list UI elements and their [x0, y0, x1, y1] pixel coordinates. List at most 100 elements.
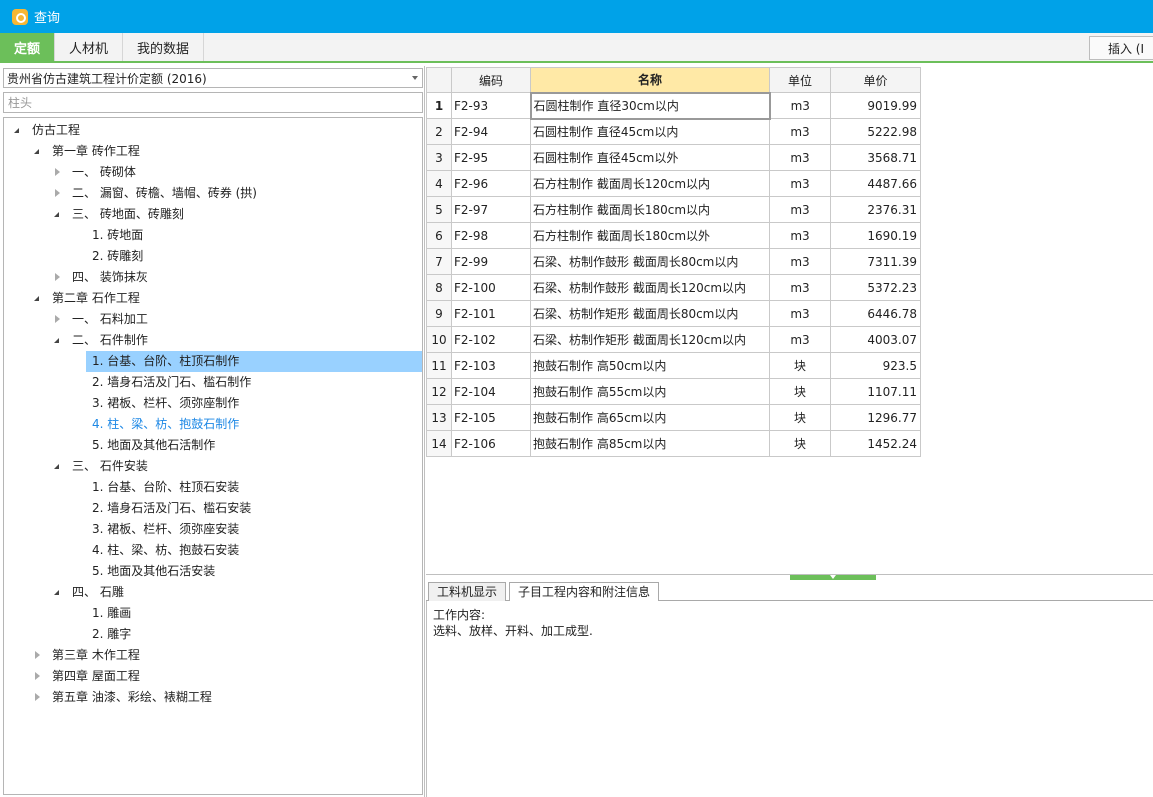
- tree-node[interactable]: 3. 裙板、栏杆、须弥座安装: [86, 519, 239, 540]
- tree-node[interactable]: 5. 地面及其他石活制作: [86, 435, 215, 456]
- price-cell[interactable]: 1107.11: [830, 378, 921, 405]
- name-cell[interactable]: 石方柱制作 截面周长120cm以内: [530, 170, 770, 197]
- tree-node[interactable]: 3. 裙板、栏杆、须弥座制作: [86, 393, 239, 414]
- collapse-arrow-icon[interactable]: [52, 309, 64, 330]
- code-cell[interactable]: F2-101: [451, 300, 531, 327]
- unit-cell[interactable]: m3: [769, 300, 831, 327]
- tree-node[interactable]: 1. 台基、台阶、柱顶石制作: [86, 351, 422, 372]
- table-row[interactable]: 1 F2-93 石圆柱制作 直径30cm以内 m3 9019.99: [426, 91, 921, 120]
- chevron-down-icon[interactable]: [412, 76, 418, 80]
- tree-node[interactable]: 2. 墙身石活及门石、槛石安装: [86, 498, 251, 519]
- code-cell[interactable]: F2-99: [451, 248, 531, 275]
- row-number-cell[interactable]: 7: [426, 248, 452, 275]
- price-cell[interactable]: 1452.24: [830, 430, 921, 457]
- table-row[interactable]: 14 F2-106 抱鼓石制作 高85cm以内块 1452.24: [426, 430, 921, 457]
- column-header-name[interactable]: 名称: [530, 67, 770, 93]
- table-row[interactable]: 12 F2-104 抱鼓石制作 高55cm以内块 1107.11: [426, 378, 921, 405]
- row-number-cell[interactable]: 11: [426, 352, 452, 379]
- table-row[interactable]: 8 F2-100 石梁、枋制作鼓形 截面周长120cm以内 m3 5372.23: [426, 274, 921, 301]
- tab-work-content-notes[interactable]: 子目工程内容和附注信息: [509, 582, 660, 602]
- expand-arrow-icon[interactable]: [52, 204, 64, 225]
- tab-quota[interactable]: 定额: [0, 33, 56, 61]
- insert-button[interactable]: 插入 (I: [1088, 36, 1153, 60]
- tree-node[interactable]: 2. 雕字: [86, 624, 131, 645]
- unit-cell[interactable]: m3: [769, 248, 831, 275]
- tree-node[interactable]: 二、 石件制作: [52, 330, 148, 351]
- tree-node[interactable]: 三、 砖地面、砖雕刻: [52, 204, 184, 225]
- unit-cell[interactable]: m3: [769, 196, 831, 223]
- row-number-cell[interactable]: 1: [426, 92, 452, 119]
- tree-node[interactable]: 第五章 油漆、彩绘、裱糊工程: [32, 687, 212, 708]
- name-cell[interactable]: 抱鼓石制作 高50cm以内: [530, 352, 770, 379]
- tree-node[interactable]: 1. 台基、台阶、柱顶石安装: [86, 477, 239, 498]
- table-row[interactable]: 4 F2-96 石方柱制作 截面周长120cm以内 m3 4487.66: [426, 170, 921, 197]
- table-row[interactable]: 2 F2-94 石圆柱制作 直径45cm以内 m3 5222.98: [426, 118, 921, 145]
- expand-arrow-icon[interactable]: [32, 288, 44, 309]
- tree-node[interactable]: 第三章 木作工程: [32, 645, 140, 666]
- table-row[interactable]: 5 F2-97 石方柱制作 截面周长180cm以内 m3 2376.31: [426, 196, 921, 223]
- table-row[interactable]: 13 F2-105 抱鼓石制作 高65cm以内块 1296.77: [426, 404, 921, 431]
- price-cell[interactable]: 6446.78: [830, 300, 921, 327]
- collapse-arrow-icon[interactable]: [52, 183, 64, 204]
- code-cell[interactable]: F2-95: [451, 144, 531, 171]
- search-input[interactable]: [3, 92, 423, 113]
- code-cell[interactable]: F2-94: [451, 118, 531, 145]
- collapse-arrow-icon[interactable]: [32, 645, 44, 666]
- row-number-cell[interactable]: 12: [426, 378, 452, 405]
- tree-node[interactable]: 第二章 石作工程: [32, 288, 140, 309]
- expand-arrow-icon[interactable]: [12, 120, 24, 141]
- tree-node[interactable]: 四、 装饰抹灰: [52, 267, 148, 288]
- row-number-cell[interactable]: 6: [426, 222, 452, 249]
- unit-cell[interactable]: m3: [769, 274, 831, 301]
- code-cell[interactable]: F2-98: [451, 222, 531, 249]
- row-number-cell[interactable]: 4: [426, 170, 452, 197]
- name-cell[interactable]: 抱鼓石制作 高85cm以内: [530, 430, 770, 457]
- table-row[interactable]: 11 F2-103 抱鼓石制作 高50cm以内块 923.5: [426, 352, 921, 379]
- tab-labor-material-machine[interactable]: 人材机: [55, 33, 124, 61]
- code-cell[interactable]: F2-104: [451, 378, 531, 405]
- unit-cell[interactable]: 块: [769, 404, 831, 431]
- tree-node[interactable]: 1. 雕画: [86, 603, 131, 624]
- name-cell[interactable]: 石圆柱制作 直径45cm以外: [530, 144, 770, 171]
- table-row[interactable]: 3 F2-95 石圆柱制作 直径45cm以外 m3 3568.71: [426, 144, 921, 171]
- expand-arrow-icon[interactable]: [32, 141, 44, 162]
- row-number-cell[interactable]: 10: [426, 326, 452, 353]
- tree-node[interactable]: 1. 砖地面: [86, 225, 143, 246]
- row-number-cell[interactable]: 5: [426, 196, 452, 223]
- row-number-cell[interactable]: 9: [426, 300, 452, 327]
- price-cell[interactable]: 4003.07: [830, 326, 921, 353]
- unit-cell[interactable]: m3: [769, 222, 831, 249]
- code-cell[interactable]: F2-102: [451, 326, 531, 353]
- row-number-cell[interactable]: 3: [426, 144, 452, 171]
- tree-node[interactable]: 一、 砖砌体: [52, 162, 136, 183]
- collapse-arrow-icon[interactable]: [32, 687, 44, 708]
- tree-node[interactable]: 第四章 屋面工程: [32, 666, 140, 687]
- name-cell[interactable]: 石方柱制作 截面周长180cm以外: [530, 222, 770, 249]
- collapse-arrow-icon[interactable]: [52, 267, 64, 288]
- table-row[interactable]: 7 F2-99 石梁、枋制作鼓形 截面周长80cm以内 m3 7311.39: [426, 248, 921, 275]
- table-row[interactable]: 6 F2-98 石方柱制作 截面周长180cm以外 m3 1690.19: [426, 222, 921, 249]
- code-cell[interactable]: F2-105: [451, 404, 531, 431]
- expand-arrow-icon[interactable]: [52, 330, 64, 351]
- column-header-code[interactable]: 编码: [451, 67, 531, 93]
- price-cell[interactable]: 5222.98: [830, 118, 921, 145]
- unit-cell[interactable]: m3: [769, 170, 831, 197]
- tree-node[interactable]: 仿古工程: [12, 120, 80, 141]
- unit-cell[interactable]: m3: [769, 92, 831, 119]
- tree-node[interactable]: 2. 砖雕刻: [86, 246, 143, 267]
- tree-node[interactable]: 5. 地面及其他石活安装: [86, 561, 215, 582]
- price-cell[interactable]: 3568.71: [830, 144, 921, 171]
- row-number-cell[interactable]: 2: [426, 118, 452, 145]
- tab-labor-material-display[interactable]: 工料机显示: [428, 582, 507, 601]
- name-cell[interactable]: 石方柱制作 截面周长180cm以内: [530, 196, 770, 223]
- price-cell[interactable]: 4487.66: [830, 170, 921, 197]
- table-row[interactable]: 9 F2-101 石梁、枋制作矩形 截面周长80cm以内 m3 6446.78: [426, 300, 921, 327]
- price-cell[interactable]: 5372.23: [830, 274, 921, 301]
- column-header-unit[interactable]: 单位: [769, 67, 831, 93]
- quota-library-select[interactable]: 贵州省仿古建筑工程计价定额 (2016): [3, 68, 423, 88]
- price-cell[interactable]: 7311.39: [830, 248, 921, 275]
- name-cell[interactable]: 石圆柱制作 直径45cm以内: [530, 118, 770, 145]
- name-cell[interactable]: 石圆柱制作 直径30cm以内: [529, 91, 771, 120]
- price-cell[interactable]: 2376.31: [830, 196, 921, 223]
- code-cell[interactable]: F2-96: [451, 170, 531, 197]
